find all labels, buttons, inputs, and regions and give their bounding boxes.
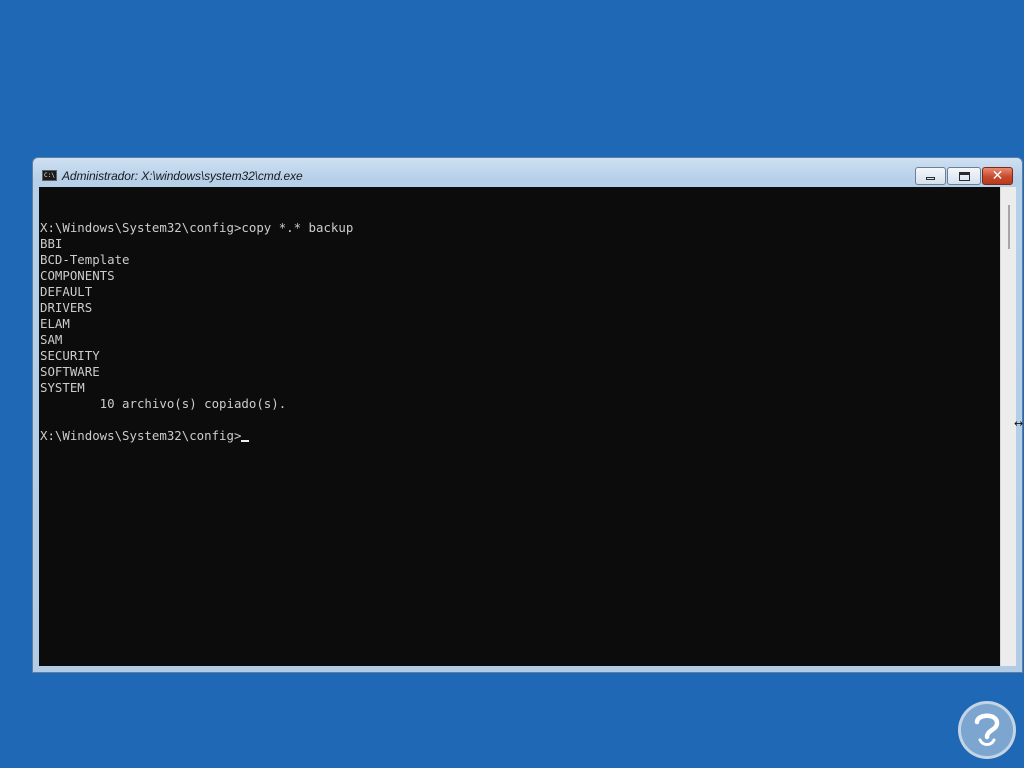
console-line: DEFAULT	[40, 284, 93, 299]
maximize-button[interactable]	[947, 167, 981, 185]
title-bar[interactable]: C:\ Administrador: X:\windows\system32\c…	[33, 158, 1022, 188]
close-icon: ✕	[991, 168, 1004, 184]
console-line: SAM	[40, 332, 63, 347]
cmd-app-icon[interactable]: C:\	[42, 170, 57, 181]
console-line: DRIVERS	[40, 300, 93, 315]
console-line: 10 archivo(s) copiado(s).	[40, 396, 287, 411]
console-output: X:\Windows\System32\config>copy *.* back…	[40, 204, 353, 444]
console-line: COMPONENTS	[40, 268, 115, 283]
console-line: X:\Windows\System32\config>copy *.* back…	[40, 220, 354, 235]
close-button[interactable]: ✕	[982, 167, 1013, 185]
console-line: BCD-Template	[40, 252, 130, 267]
console-line: SYSTEM	[40, 380, 85, 395]
question-mark-logo	[958, 701, 1016, 759]
command-prompt: X:\Windows\System32\config>	[40, 428, 242, 443]
window-title: Administrador: X:\windows\system32\cmd.e…	[62, 169, 303, 183]
console-line: SECURITY	[40, 348, 100, 363]
resize-cursor-icon: ↔	[1014, 417, 1024, 430]
question-mark-logo-glyph	[974, 713, 1000, 746]
minimize-icon	[926, 177, 935, 180]
console-line: ELAM	[40, 316, 70, 331]
maximize-icon	[958, 171, 970, 181]
command-prompt-line[interactable]: X:\Windows\System32\config>	[40, 428, 353, 444]
text-cursor	[241, 440, 250, 442]
minimize-button[interactable]	[915, 167, 946, 185]
console-area[interactable]: X:\Windows\System32\config>copy *.* back…	[39, 187, 1000, 666]
console-line: SOFTWARE	[40, 364, 100, 379]
console-line: BBI	[40, 236, 63, 251]
scrollbar-thumb[interactable]	[1008, 205, 1010, 249]
cmd-window[interactable]: C:\ Administrador: X:\windows\system32\c…	[32, 157, 1023, 673]
